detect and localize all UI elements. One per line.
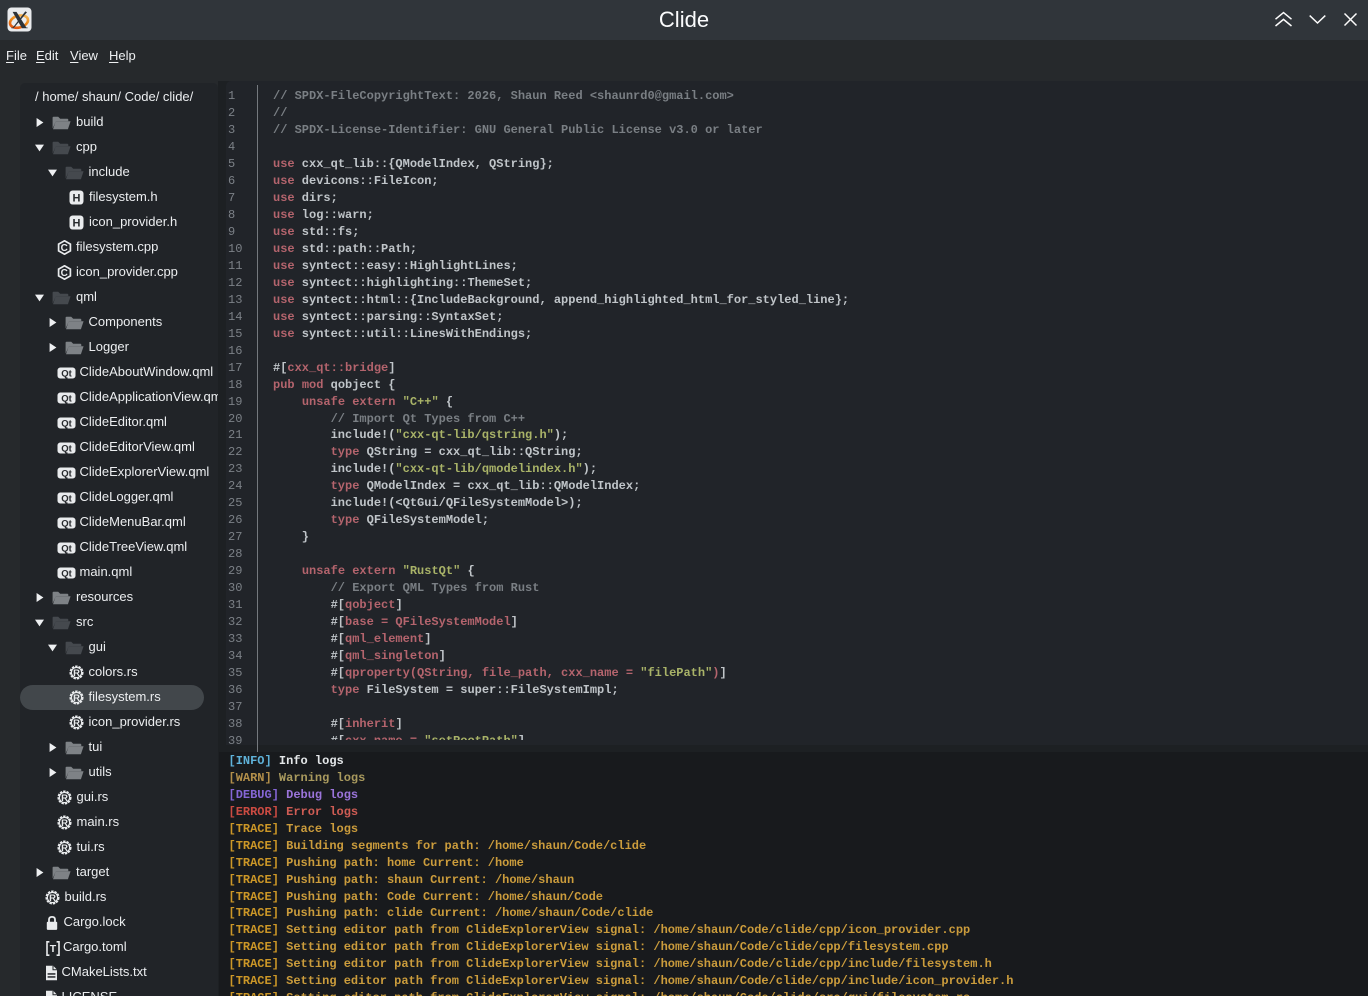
svg-text:Qt: Qt [61, 368, 72, 379]
svg-text:Qt: Qt [61, 443, 72, 454]
svg-text:Qt: Qt [61, 493, 72, 504]
svg-text:R: R [73, 668, 80, 679]
svg-text:Qt: Qt [61, 543, 72, 554]
svg-text:R: R [49, 893, 56, 904]
svg-text:C: C [60, 243, 67, 254]
svg-text:R: R [61, 843, 68, 854]
svg-text:Qt: Qt [61, 518, 72, 529]
svg-text:Qt: Qt [61, 568, 72, 579]
svg-text:T: T [49, 943, 56, 955]
svg-text:R: R [61, 818, 68, 829]
svg-text:Qt: Qt [61, 418, 72, 429]
svg-text:R: R [61, 793, 68, 804]
svg-text:H: H [72, 217, 80, 229]
svg-text:C: C [60, 268, 67, 279]
svg-text:R: R [73, 693, 80, 704]
svg-text:H: H [72, 192, 80, 204]
svg-text:R: R [73, 718, 80, 729]
svg-text:Qt: Qt [61, 468, 72, 479]
svg-text:Qt: Qt [61, 393, 72, 404]
